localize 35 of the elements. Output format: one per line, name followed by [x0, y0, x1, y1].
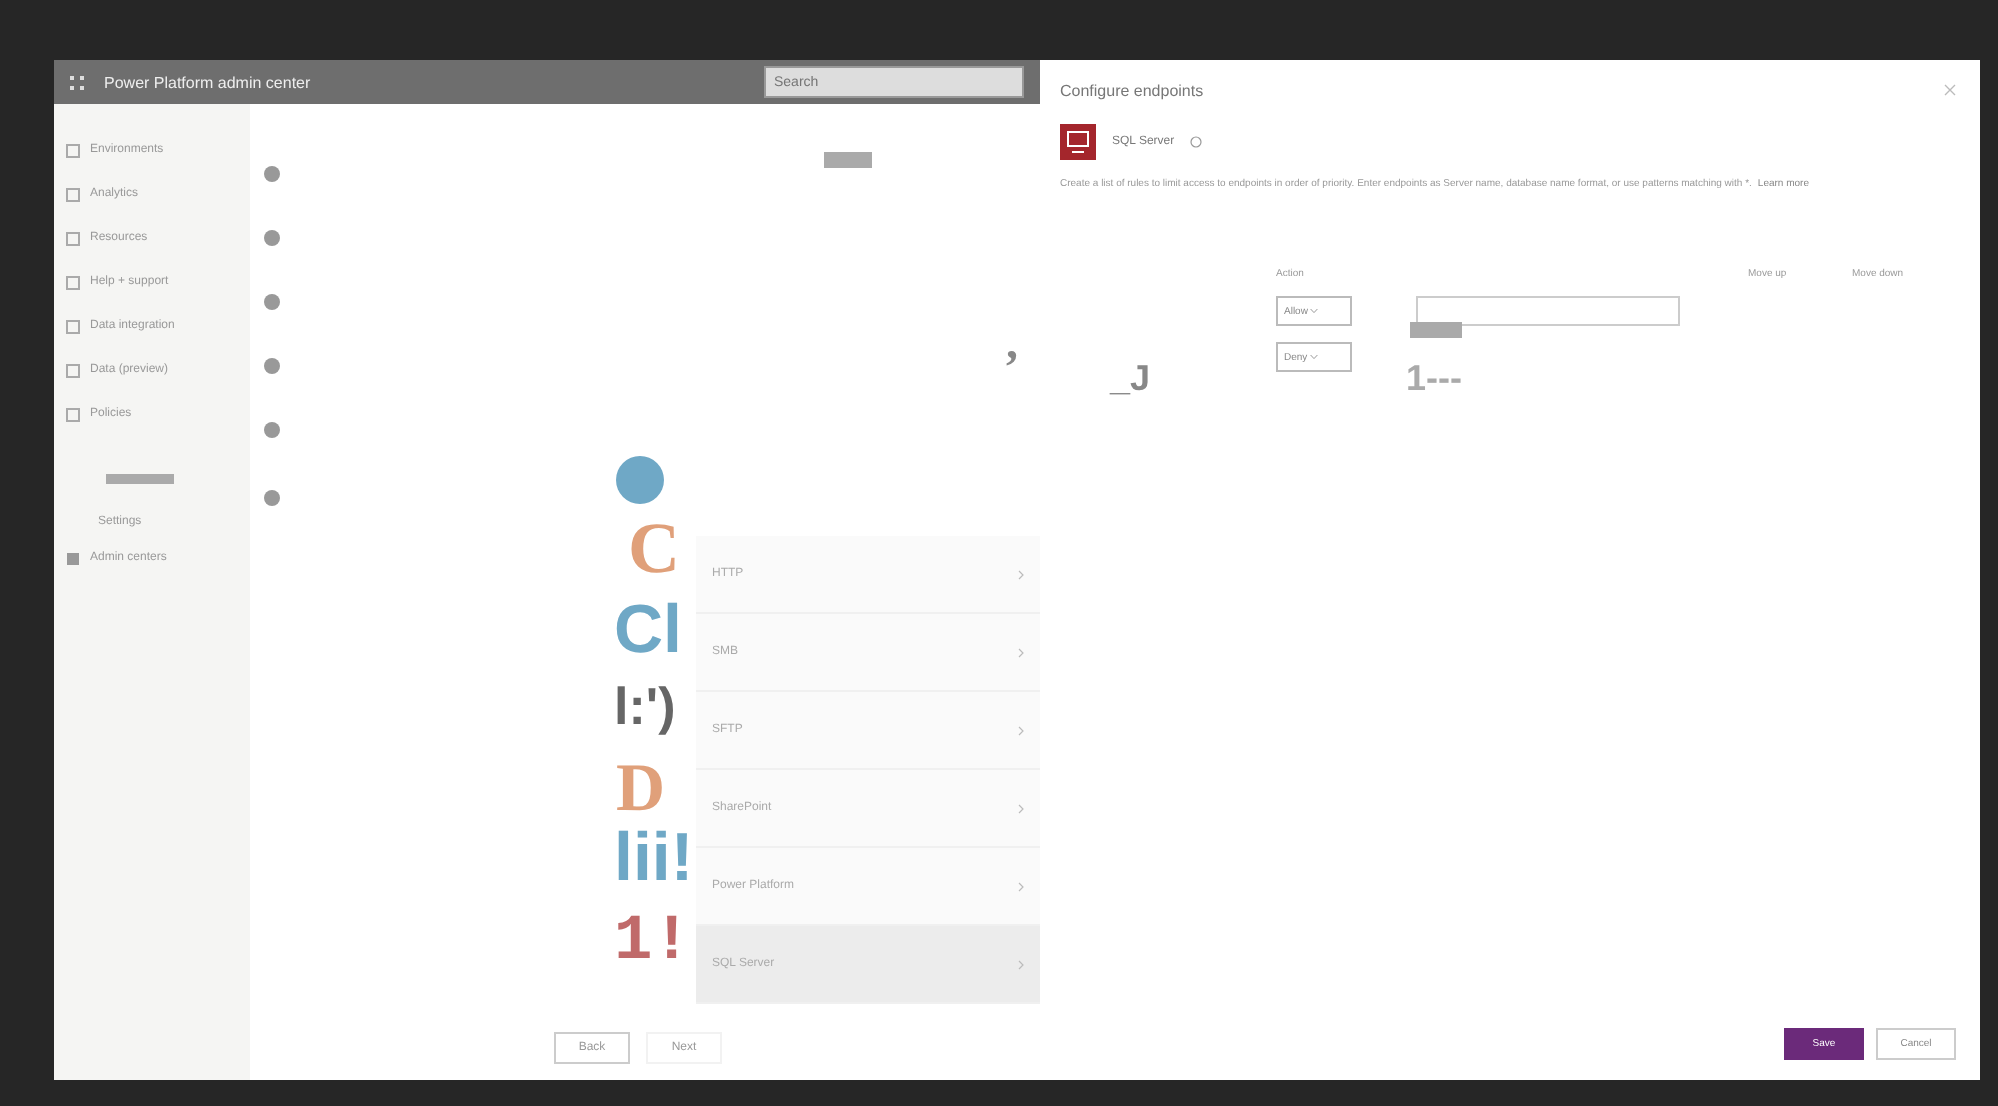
overlay-glyph: l:') [614, 680, 676, 732]
bar-mark [106, 474, 174, 484]
chevron-icon [1018, 803, 1024, 813]
nav-icon [66, 231, 80, 245]
nav-icon [66, 275, 80, 289]
overlay-glyph: _J [1110, 360, 1151, 396]
endpoint-field[interactable] [1416, 296, 1680, 326]
bar-mark [824, 152, 872, 168]
overlay-glyph: , [1006, 320, 1018, 368]
overlay-glyph: 1! [614, 910, 691, 974]
overlay-glyph: D [616, 756, 666, 824]
chevron-icon [1018, 725, 1024, 735]
panel-title: Configure endpoints [1060, 81, 1204, 99]
nav-icon [66, 551, 80, 565]
chevron-icon [1018, 959, 1024, 969]
chevron-icon [1018, 569, 1024, 579]
caret-icon [1310, 353, 1319, 359]
overlay-glyph: C [628, 512, 680, 584]
nav-icon [66, 143, 80, 157]
chevron-icon [1018, 881, 1024, 891]
bar-mark [1410, 322, 1462, 338]
caret-icon [1310, 307, 1319, 313]
nav-icon [66, 187, 80, 201]
overlay-glyph: Cl [614, 596, 682, 664]
nav-icon [66, 319, 80, 333]
overlay-glyph: lii! [614, 824, 694, 892]
overlay-glyph: 1--- [1406, 360, 1462, 396]
app-title: Power Platform admin center [104, 73, 311, 91]
nav-icon [66, 363, 80, 377]
nav-icon [66, 407, 80, 421]
app-launcher-icon[interactable] [70, 75, 84, 89]
info-icon [1190, 136, 1203, 148]
database-icon [1060, 124, 1096, 160]
close-button[interactable] [1944, 80, 1956, 100]
chevron-icon [1018, 647, 1024, 657]
